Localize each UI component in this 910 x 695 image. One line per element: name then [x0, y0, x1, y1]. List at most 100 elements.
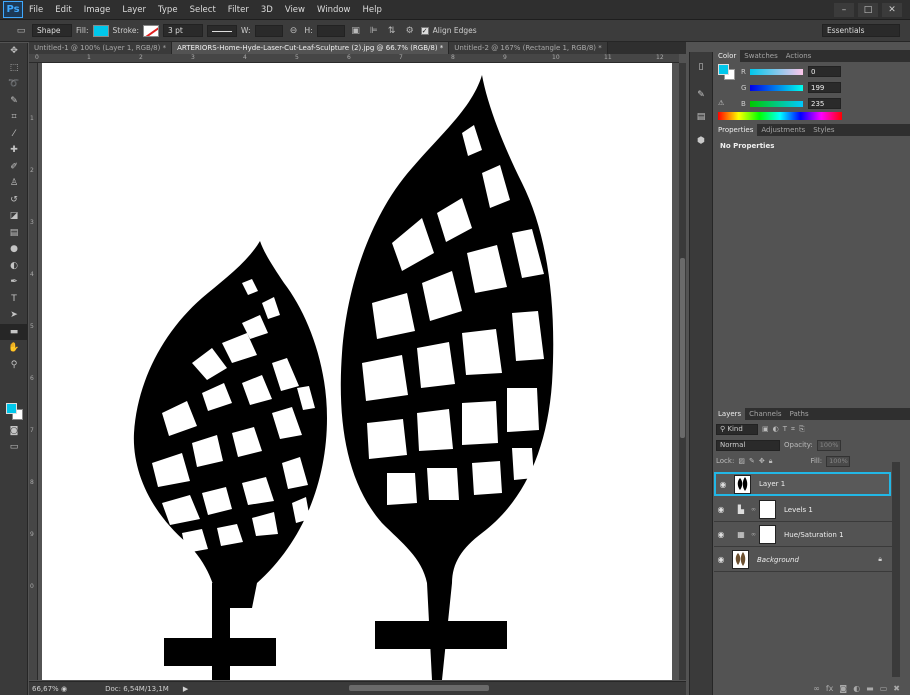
blur-tool-icon[interactable]: ●: [0, 241, 28, 258]
brush-tool-icon[interactable]: ✐: [0, 159, 28, 176]
tab-properties[interactable]: Properties: [714, 124, 758, 136]
layer-row-hue-saturation-1[interactable]: ◉ ▦ ∞ Hue/Saturation 1: [714, 523, 892, 547]
document-canvas[interactable]: [42, 63, 672, 680]
3d-panel-icon[interactable]: ⬢: [690, 132, 712, 150]
menu-select[interactable]: Select: [184, 0, 222, 20]
tab-color[interactable]: Color: [714, 50, 741, 62]
healing-brush-tool-icon[interactable]: ✚: [0, 142, 28, 159]
type-tool-icon[interactable]: T: [0, 291, 28, 308]
menu-edit[interactable]: Edit: [49, 0, 77, 20]
path-operations-icon[interactable]: ▣: [349, 24, 363, 38]
marquee-tool-icon[interactable]: ⬚: [0, 60, 28, 77]
menu-3d[interactable]: 3D: [255, 0, 279, 20]
menu-layer[interactable]: Layer: [116, 0, 152, 20]
ruler-vertical[interactable]: 1 2 3 4 5 6 7 8 9 0: [29, 63, 38, 680]
menu-filter[interactable]: Filter: [222, 0, 255, 20]
layer-comps-icon[interactable]: ✎: [690, 86, 712, 104]
layer-row-levels-1[interactable]: ◉ ▙ ∞ Levels 1: [714, 498, 892, 522]
new-group-icon[interactable]: ▬: [866, 684, 874, 693]
link-layers-icon[interactable]: ∞: [813, 684, 820, 693]
new-adjustment-icon[interactable]: ◐: [853, 684, 860, 693]
menu-view[interactable]: View: [279, 0, 311, 20]
menu-image[interactable]: Image: [78, 0, 117, 20]
lasso-tool-icon[interactable]: ➰: [0, 76, 28, 93]
doc-tab-arteriors[interactable]: ARTERIORS-Home-Hyde-Laser-Cut-Leaf-Sculp…: [172, 42, 450, 54]
canvas-area[interactable]: [39, 63, 679, 680]
eye-icon[interactable]: ◉: [714, 555, 728, 564]
fill-field[interactable]: 100%: [826, 455, 851, 467]
red-slider[interactable]: [750, 69, 803, 75]
tab-layers[interactable]: Layers: [714, 408, 746, 420]
hand-tool-icon[interactable]: ✋: [0, 340, 28, 357]
link-icon[interactable]: ⊖: [287, 24, 301, 38]
tab-actions[interactable]: Actions: [782, 50, 816, 62]
tool-preset-icon[interactable]: ▭: [14, 24, 28, 38]
foreground-color-swatch[interactable]: [6, 403, 17, 414]
layer-mask-thumbnail[interactable]: [759, 525, 776, 544]
eye-icon[interactable]: ◉: [714, 530, 728, 539]
add-mask-icon[interactable]: ◙: [839, 684, 847, 693]
eraser-tool-icon[interactable]: ◪: [0, 208, 28, 225]
maximize-button[interactable]: □: [858, 3, 878, 17]
clone-stamp-tool-icon[interactable]: ♙: [0, 175, 28, 192]
doc-tab-untitled-1[interactable]: Untitled-1 @ 100% (Layer 1, RGB/8) *: [29, 42, 173, 54]
tab-styles[interactable]: Styles: [809, 124, 838, 136]
move-tool-icon[interactable]: ✥: [0, 43, 28, 60]
layer-row-layer-1[interactable]: ◉ Layer 1: [714, 472, 891, 496]
tab-swatches[interactable]: Swatches: [740, 50, 781, 62]
tab-paths[interactable]: Paths: [786, 408, 813, 420]
brush-presets-icon[interactable]: ▤: [690, 108, 712, 126]
menu-type[interactable]: Type: [152, 0, 184, 20]
stroke-width-field[interactable]: 3 pt: [162, 24, 203, 37]
crop-tool-icon[interactable]: ⌗: [0, 109, 28, 126]
tab-channels[interactable]: Channels: [745, 408, 785, 420]
status-menu-icon[interactable]: ◉: [61, 685, 67, 693]
stroke-type-select[interactable]: [206, 24, 237, 37]
pen-tool-icon[interactable]: ✒: [0, 274, 28, 291]
menu-window[interactable]: Window: [311, 0, 357, 20]
opacity-field[interactable]: 100%: [816, 439, 841, 451]
path-arrangement-icon[interactable]: ⇅: [385, 24, 399, 38]
close-button[interactable]: ✕: [882, 3, 902, 17]
dodge-tool-icon[interactable]: ◐: [0, 258, 28, 275]
horizontal-scroll-thumb[interactable]: [349, 685, 489, 691]
quick-mask-icon[interactable]: ◙: [0, 423, 28, 440]
new-layer-icon[interactable]: ▭: [880, 684, 888, 693]
lock-paint-icon[interactable]: ✎: [749, 457, 755, 465]
adjustment-filter-icon[interactable]: ◐: [773, 425, 779, 433]
history-panel-icon[interactable]: ▯: [690, 58, 712, 76]
red-value-field[interactable]: 0: [808, 66, 841, 77]
rectangle-tool-icon[interactable]: ▬: [0, 323, 28, 340]
history-brush-tool-icon[interactable]: ↺: [0, 192, 28, 209]
blue-value-field[interactable]: 235: [808, 98, 841, 109]
layer-row-background[interactable]: ◉ Background 🔒︎: [714, 548, 892, 572]
lock-move-icon[interactable]: ✥: [759, 457, 765, 465]
eye-icon[interactable]: ◉: [716, 480, 730, 489]
layer-kind-filter[interactable]: ⚲ Kind: [716, 423, 758, 435]
color-swatches[interactable]: [6, 403, 24, 421]
tab-adjustments[interactable]: Adjustments: [757, 124, 809, 136]
menu-file[interactable]: File: [23, 0, 49, 20]
screen-mode-icon[interactable]: ▭: [0, 439, 28, 456]
smart-object-filter-icon[interactable]: ⎘: [799, 425, 805, 434]
green-value-field[interactable]: 199: [808, 82, 841, 93]
align-edges-checkbox[interactable]: ✓: [420, 26, 429, 35]
path-selection-tool-icon[interactable]: ➤: [0, 307, 28, 324]
zoom-tool-icon[interactable]: ⚲: [0, 357, 28, 374]
layers-scrollbar[interactable]: [892, 462, 900, 677]
lock-transparent-icon[interactable]: ▨: [738, 457, 745, 465]
settings-gear-icon[interactable]: ⚙: [403, 24, 417, 38]
color-spectrum-ramp[interactable]: [718, 112, 842, 120]
workspace-select[interactable]: Essentials: [822, 24, 900, 37]
gradient-tool-icon[interactable]: ▤: [0, 225, 28, 242]
minimize-button[interactable]: –: [834, 3, 854, 17]
menu-help[interactable]: Help: [357, 0, 388, 20]
zoom-level-field[interactable]: 66,67%: [29, 685, 59, 693]
type-filter-icon[interactable]: T: [783, 425, 787, 433]
height-field[interactable]: [316, 24, 345, 37]
layer-style-icon[interactable]: fx: [826, 684, 834, 693]
eye-icon[interactable]: ◉: [714, 505, 728, 514]
doc-tab-untitled-2[interactable]: Untitled-2 @ 167% (Rectangle 1, RGB/8) *: [449, 42, 608, 54]
eyedropper-tool-icon[interactable]: ⁄: [0, 126, 28, 143]
status-arrow-icon[interactable]: ▶: [183, 685, 188, 693]
